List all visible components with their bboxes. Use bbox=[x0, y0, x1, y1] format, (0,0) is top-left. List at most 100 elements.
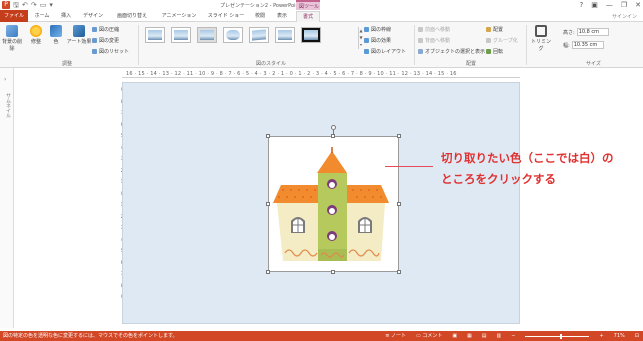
artistic-effects-button[interactable]: アート効果 bbox=[66, 25, 92, 45]
corrections-label: 修整 bbox=[30, 39, 41, 45]
tab-design[interactable]: デザイン bbox=[78, 11, 108, 22]
zoom-slider-knob[interactable] bbox=[559, 333, 562, 339]
bring-forward-icon bbox=[418, 27, 423, 32]
reset-picture-button[interactable]: 図のリセット bbox=[92, 48, 129, 55]
remove-background-button[interactable]: 背景の削除 bbox=[2, 25, 22, 52]
selection-pane-button[interactable]: オブジェクトの選択と表示 bbox=[418, 48, 485, 55]
ribbon-display-icon[interactable]: ▣ bbox=[591, 1, 598, 9]
status-bar: 図の特定の色を透明な色に変更するには、マウスでその色をポイントします。 ≡ ノー… bbox=[0, 331, 643, 341]
thumbnail-pane[interactable]: › サムネイル bbox=[0, 68, 14, 328]
horizontal-ruler-numbers: 16 · 15 · 14 · 13 · 12 · 11 · 10 · 9 · 8… bbox=[126, 71, 457, 77]
picture-style-thumb[interactable] bbox=[301, 27, 321, 43]
rotate-label: 回転 bbox=[493, 49, 504, 55]
width-input[interactable] bbox=[571, 41, 604, 49]
resize-handle-sw[interactable] bbox=[266, 270, 270, 274]
selected-picture[interactable] bbox=[268, 136, 399, 272]
zoom-level[interactable]: 71% bbox=[614, 331, 625, 341]
resize-handle-s[interactable] bbox=[331, 270, 335, 274]
resize-handle-e[interactable] bbox=[397, 202, 401, 206]
bring-forward-label: 前面へ移動 bbox=[425, 27, 451, 33]
gallery-scroll-icon[interactable]: ▲ ▼ ▾ bbox=[358, 27, 363, 49]
close-icon[interactable]: ✕ bbox=[635, 1, 641, 9]
reset-picture-label: 図のリセット bbox=[99, 49, 130, 55]
resize-handle-se[interactable] bbox=[397, 270, 401, 274]
expand-pane-icon[interactable]: › bbox=[4, 76, 6, 83]
artistic-effects-label: アート効果 bbox=[66, 39, 92, 45]
picture-border-button[interactable]: 図の枠線 bbox=[364, 26, 391, 33]
resize-handle-w[interactable] bbox=[266, 202, 270, 206]
send-backward-button[interactable]: 背面へ移動 bbox=[418, 37, 450, 44]
group-separator bbox=[138, 25, 139, 65]
change-picture-button[interactable]: 図の変更 bbox=[92, 37, 119, 44]
picture-style-thumb[interactable] bbox=[171, 27, 191, 43]
redo-icon[interactable]: ↷ bbox=[31, 1, 37, 9]
minimize-icon[interactable]: — bbox=[606, 1, 613, 9]
tab-insert[interactable]: 挿入 bbox=[56, 11, 76, 22]
fit-slide-icon[interactable]: ⊡ bbox=[635, 331, 639, 341]
height-input[interactable] bbox=[576, 28, 609, 36]
tab-animations[interactable]: アニメーション bbox=[156, 11, 202, 22]
resize-handle-ne[interactable] bbox=[397, 134, 401, 138]
picture-style-thumb[interactable] bbox=[275, 27, 295, 43]
picture-style-thumb[interactable] bbox=[145, 27, 165, 43]
zoom-out-icon[interactable]: − bbox=[511, 331, 515, 341]
zoom-in-icon[interactable]: + bbox=[599, 331, 603, 341]
tab-view[interactable]: 表示 bbox=[272, 11, 292, 22]
picture-style-thumb[interactable] bbox=[197, 27, 217, 43]
zoom-slider[interactable] bbox=[525, 333, 590, 339]
resize-handle-nw[interactable] bbox=[266, 134, 270, 138]
tab-format[interactable]: 書式 bbox=[296, 11, 320, 22]
house-illustration[interactable] bbox=[269, 137, 398, 271]
powerpoint-logo-icon[interactable]: P bbox=[2, 1, 10, 9]
reading-view-icon[interactable]: ▤ bbox=[482, 331, 487, 341]
normal-view-icon[interactable]: ▣ bbox=[452, 331, 457, 341]
start-slideshow-icon[interactable]: ▭ bbox=[40, 1, 47, 9]
corrections-button[interactable]: 修整 bbox=[26, 25, 46, 45]
comments-button[interactable]: ▭ コメント bbox=[416, 331, 442, 341]
picture-style-thumb[interactable] bbox=[249, 27, 269, 43]
rotate-button[interactable]: 回転 bbox=[486, 48, 503, 55]
callout-line-1: 切り取りたい色（ここでは白）の bbox=[441, 151, 614, 165]
horizontal-ruler: 16 · 15 · 14 · 13 · 12 · 11 · 10 · 9 · 8… bbox=[122, 70, 520, 78]
selection-pane-icon bbox=[418, 49, 423, 54]
compress-pictures-button[interactable]: 図の圧縮 bbox=[92, 26, 119, 33]
crop-button[interactable]: トリミング bbox=[530, 25, 552, 52]
notes-label: ノート bbox=[390, 333, 406, 339]
save-icon[interactable]: 🖫 bbox=[13, 1, 19, 9]
status-right: ≡ ノート ▭ コメント ▣ ▦ ▤ ▥ − + 71% ⊡ bbox=[385, 331, 639, 341]
help-icon[interactable]: ? bbox=[580, 1, 584, 9]
undo-icon[interactable]: ↶ bbox=[22, 1, 28, 9]
customize-qat-icon[interactable]: ▾ bbox=[49, 1, 53, 9]
picture-layout-button[interactable]: 図のレイアウト bbox=[364, 48, 406, 55]
align-button[interactable]: 配置 bbox=[486, 26, 503, 33]
signin-link[interactable]: サインイン bbox=[612, 13, 637, 20]
bring-forward-button[interactable]: 前面へ移動 bbox=[418, 26, 450, 33]
picture-styles-group-label: 図のスタイル bbox=[256, 61, 287, 67]
picture-layout-icon bbox=[364, 49, 369, 54]
group-button[interactable]: グループ化 bbox=[486, 37, 518, 44]
picture-style-thumb[interactable] bbox=[223, 27, 243, 43]
tab-slideshow[interactable]: スライド ショー bbox=[204, 11, 248, 22]
artistic-effects-icon bbox=[73, 25, 85, 37]
width-label: 幅: bbox=[563, 42, 570, 49]
picture-effects-button[interactable]: 図の効果 bbox=[364, 37, 391, 44]
tab-file[interactable]: ファイル bbox=[0, 10, 28, 22]
crop-icon bbox=[535, 25, 547, 37]
notes-button[interactable]: ≡ ノート bbox=[385, 331, 406, 341]
send-backward-label: 背面へ移動 bbox=[425, 38, 451, 44]
callout-line bbox=[385, 166, 433, 167]
slide-sorter-icon[interactable]: ▦ bbox=[467, 331, 472, 341]
ribbon-tabs: ファイル ホーム 挿入 デザイン 画面切り替え アニメーション スライド ショー… bbox=[0, 10, 643, 22]
resize-handle-n[interactable] bbox=[331, 134, 335, 138]
width-field: 幅: bbox=[563, 41, 604, 49]
align-label: 配置 bbox=[493, 27, 504, 33]
restore-icon[interactable]: ❐ bbox=[621, 1, 627, 9]
tab-review[interactable]: 校閲 bbox=[250, 11, 270, 22]
change-picture-icon bbox=[92, 38, 97, 43]
tab-home[interactable]: ホーム bbox=[30, 11, 54, 22]
slideshow-view-icon[interactable]: ▥ bbox=[497, 331, 502, 341]
color-button[interactable]: 色 bbox=[46, 25, 66, 45]
tab-transitions[interactable]: 画面切り替え bbox=[110, 11, 154, 22]
quick-access-toolbar: P 🖫 ↶ ↷ ▭ ▾ bbox=[2, 1, 53, 9]
remove-background-label: 背景の削除 bbox=[2, 39, 23, 52]
